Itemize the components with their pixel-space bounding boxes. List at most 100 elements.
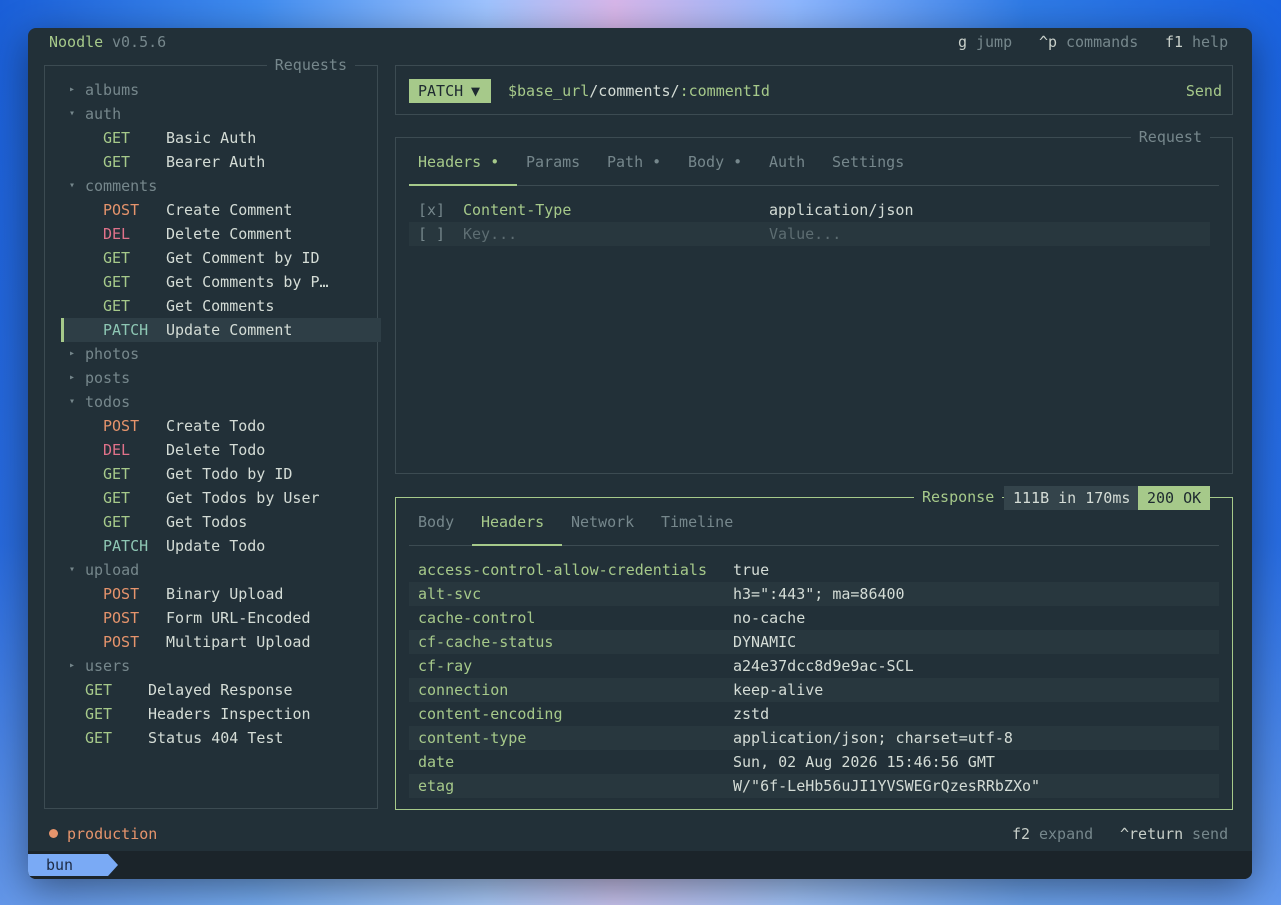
response-header-value: application/json; charset=utf-8 xyxy=(733,729,1013,747)
shortcut-label-commands[interactable]: commands xyxy=(1066,30,1138,54)
request-name: Binary Upload xyxy=(166,585,284,603)
new-tab-button[interactable]: + xyxy=(100,854,109,876)
response-tab-body[interactable]: Body xyxy=(418,510,454,534)
tab-divider xyxy=(409,185,1219,186)
tree-request[interactable]: DEL Delete Todo xyxy=(61,438,381,462)
request-name: Headers Inspection xyxy=(148,705,311,723)
tree-request[interactable]: GET Basic Auth xyxy=(61,126,381,150)
request-name: Get Todos xyxy=(166,513,248,531)
new-header-checkbox[interactable]: [ ] xyxy=(418,222,445,246)
method-badge: GET xyxy=(85,729,113,747)
response-header-value: a24e37dcc8d9e9ac-SCL xyxy=(733,657,914,675)
header-key-input[interactable]: Key... xyxy=(463,222,517,246)
response-tab-timeline[interactable]: Timeline xyxy=(661,510,733,534)
caret-down-icon: ▾ xyxy=(69,396,76,407)
method-badge: POST xyxy=(103,633,140,651)
tree-request[interactable]: GET Get Comments by P… xyxy=(61,270,381,294)
method-badge: GET xyxy=(103,489,131,507)
url-input[interactable]: $base_url/comments/:commentId xyxy=(508,79,770,103)
sidebar-panel: Requests ▸ albums ▾ auth GET Basic Auth GET Bea… xyxy=(44,54,381,809)
tree-request[interactable]: POST Multipart Upload xyxy=(61,630,381,654)
url-param: :commentId xyxy=(679,82,770,100)
app-window: Noodle v0.5.6 g jump ^p commands f1 help Requ… xyxy=(28,28,1252,879)
tree-request[interactable]: PATCH Update Comment xyxy=(61,318,381,342)
response-header-key: content-encoding xyxy=(418,705,563,723)
url-bar: PATCH ▼ $base_url/comments/:commentId Se… xyxy=(395,65,1233,115)
tree-request[interactable]: GET Get Todo by ID xyxy=(61,462,381,486)
tree-request[interactable]: POST Create Todo xyxy=(61,414,381,438)
header-key[interactable]: Content-Type xyxy=(463,198,571,222)
folder-name: upload xyxy=(85,561,140,579)
response-tab-network[interactable]: Network xyxy=(571,510,634,534)
request-tab-settings[interactable]: Settings xyxy=(832,150,904,174)
selected-indicator xyxy=(61,318,64,342)
response-header-key: content-type xyxy=(418,729,527,747)
response-tab-headers[interactable]: Headers xyxy=(481,510,544,534)
tree-request[interactable]: GET Get Comments xyxy=(61,294,381,318)
tree-request[interactable]: GET Headers Inspection xyxy=(61,702,381,726)
response-header-value: DYNAMIC xyxy=(733,633,797,651)
tree-request[interactable]: POST Form URL-Encoded xyxy=(61,606,381,630)
tree-request[interactable]: GET Get Todos xyxy=(61,510,381,534)
response-header-value: keep-alive xyxy=(733,681,824,699)
tree-request[interactable]: GET Get Todos by User xyxy=(61,486,381,510)
tree-folder-albums[interactable]: ▸ albums xyxy=(61,78,381,102)
shortcut-label-jump[interactable]: jump xyxy=(976,30,1012,54)
tree-folder-todos[interactable]: ▾ todos xyxy=(61,390,381,414)
response-header-key: date xyxy=(418,753,455,771)
request-name: Update Todo xyxy=(166,537,266,555)
request-panel-title: Request xyxy=(1130,126,1210,148)
response-header-value: true xyxy=(733,561,770,579)
header-value[interactable]: application/json xyxy=(769,198,914,222)
folder-name: photos xyxy=(85,345,140,363)
environment-selector[interactable]: production xyxy=(67,822,157,846)
response-header-key: cf-cache-status xyxy=(418,633,554,651)
tree-request[interactable]: POST Create Comment xyxy=(61,198,381,222)
response-header-key: cache-control xyxy=(418,609,536,627)
request-tab-headers[interactable]: Headers • xyxy=(418,150,499,174)
request-name: Basic Auth xyxy=(166,129,257,147)
response-header-value: h3=":443"; ma=86400 xyxy=(733,585,905,603)
hint-label-expand[interactable]: expand xyxy=(1039,822,1093,846)
request-name: Get Todos by User xyxy=(166,489,320,507)
request-tab-body[interactable]: Body • xyxy=(688,150,742,174)
method-badge: PATCH xyxy=(103,537,149,555)
response-header-key: cf-ray xyxy=(418,657,473,675)
tree-request[interactable]: GET Delayed Response xyxy=(61,678,381,702)
request-name: Create Comment xyxy=(166,201,293,219)
method-badge: POST xyxy=(103,417,140,435)
shortcut-label-help[interactable]: help xyxy=(1192,30,1228,54)
method-badge: GET xyxy=(103,297,131,315)
tree-request[interactable]: GET Get Comment by ID xyxy=(61,246,381,270)
method-dropdown[interactable]: PATCH ▼ xyxy=(409,79,491,103)
send-button[interactable]: Send xyxy=(1186,79,1222,103)
tree-request[interactable]: POST Binary Upload xyxy=(61,582,381,606)
method-badge: PATCH xyxy=(103,321,149,339)
caret-down-icon: ▾ xyxy=(69,108,76,119)
header-checkbox[interactable]: [x] xyxy=(418,198,445,222)
tree-folder-upload[interactable]: ▾ upload xyxy=(61,558,381,582)
tree-request[interactable]: GET Status 404 Test xyxy=(61,726,381,750)
response-header-key: connection xyxy=(418,681,509,699)
request-name: Status 404 Test xyxy=(148,729,284,747)
app-version: v0.5.6 xyxy=(112,33,167,51)
tree-folder-auth[interactable]: ▾ auth xyxy=(61,102,381,126)
request-tab-path[interactable]: Path • xyxy=(607,150,661,174)
tree-request[interactable]: DEL Delete Comment xyxy=(61,222,381,246)
tree-request[interactable]: PATCH Update Todo xyxy=(61,534,381,558)
method-badge: DEL xyxy=(103,225,131,243)
caret-right-icon: ▸ xyxy=(69,84,76,95)
tree-folder-posts[interactable]: ▸ posts xyxy=(61,366,381,390)
tree-folder-comments[interactable]: ▾ comments xyxy=(61,174,381,198)
status-badge: 200 OK xyxy=(1138,486,1211,510)
folder-name: posts xyxy=(85,369,131,387)
folder-name: comments xyxy=(85,177,158,195)
tree-request[interactable]: GET Bearer Auth xyxy=(61,150,381,174)
tree-folder-users[interactable]: ▸ users xyxy=(61,654,381,678)
header-value-input[interactable]: Value... xyxy=(769,222,841,246)
hint-label-send[interactable]: send xyxy=(1192,822,1228,846)
request-tab-params[interactable]: Params xyxy=(526,150,580,174)
request-tab-auth[interactable]: Auth xyxy=(769,150,805,174)
hint-key: ^return xyxy=(1120,825,1184,843)
tree-folder-photos[interactable]: ▸ photos xyxy=(61,342,381,366)
